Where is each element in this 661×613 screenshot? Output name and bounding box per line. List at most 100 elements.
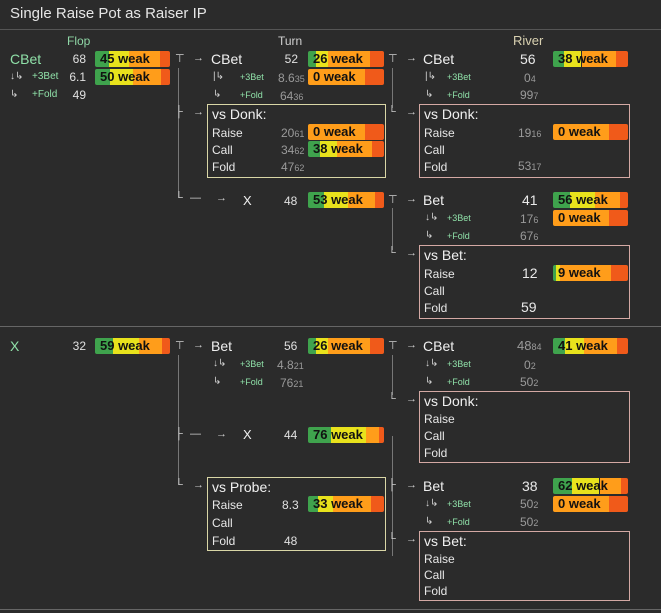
river-donk-fold-value: 5317 xyxy=(518,159,542,173)
bar-segment xyxy=(159,51,170,67)
river-b-bet-raise3-label: +3Bet xyxy=(447,499,471,509)
tree-line xyxy=(392,355,393,395)
arrow-right-icon: → xyxy=(216,192,227,204)
turn-donk-raise-bar[interactable]: 0 weak xyxy=(308,124,384,140)
river-cbet-label: CBet xyxy=(423,51,455,67)
turn-bet-raise3-prefix: ↓↳ xyxy=(213,358,227,369)
tree-line xyxy=(392,208,393,250)
flop-fold-prefix: ↳ xyxy=(10,89,19,100)
river-fold-label: +Fold xyxy=(447,90,470,100)
bar-segment xyxy=(371,496,384,512)
flop-raise3-label: +3Bet xyxy=(32,71,59,82)
river-b-bet-fold-value: 502 xyxy=(520,515,539,529)
flop-header: Flop xyxy=(67,34,91,48)
turn-cbet-bar[interactable]: 26 weak xyxy=(308,51,384,67)
river-bet-fold-prefix: ↳ xyxy=(425,230,434,241)
turn-header: Turn xyxy=(278,34,303,48)
turn-bet-fold-prefix: ↳ xyxy=(213,376,222,387)
bar-segment xyxy=(609,496,628,512)
river-b-bet-bar[interactable]: 62 weak xyxy=(553,478,628,494)
turn-fold-value: 6436 xyxy=(280,89,304,103)
river-b-donk-raise-label: Raise xyxy=(424,412,455,426)
turn-bet-value: 56 xyxy=(284,339,298,353)
turn-donk-fold-value: 4762 xyxy=(281,160,305,174)
bar-segment xyxy=(365,69,384,85)
river-b-vsbet-fold-label: Fold xyxy=(424,584,448,598)
turn-probe-fold-label: Fold xyxy=(212,534,236,548)
turn-vs-donk-title: vs Donk: xyxy=(212,106,267,122)
dash-icon: — xyxy=(190,192,201,204)
river-cbet-bar[interactable]: 38 weak xyxy=(553,51,628,67)
turn-raise3-bar[interactable]: 0 weak xyxy=(308,69,384,85)
turn-bet-fold-label: +Fold xyxy=(240,377,263,387)
river-vs-donk-title: vs Donk: xyxy=(424,106,479,122)
turn-b-check-label: X xyxy=(243,427,252,442)
river-fold-value: 997 xyxy=(520,88,539,102)
river-cbet-value: 56 xyxy=(520,51,536,67)
flop-cbet-bar[interactable]: 45 weak xyxy=(95,51,170,67)
flop-raise3-bar[interactable]: 50 weak xyxy=(95,69,170,85)
page-title: Single Raise Pot as Raiser IP xyxy=(10,5,207,22)
header-divider xyxy=(0,29,661,30)
turn-donk-raise-label: Raise xyxy=(212,126,243,140)
flop-check-bar[interactable]: 59 weak xyxy=(95,338,170,354)
flop-check-value: 32 xyxy=(72,339,86,353)
river-b-cbet-label: CBet xyxy=(423,338,455,354)
arrow-right-icon: → xyxy=(406,533,417,545)
river-donk-call-label: Call xyxy=(424,143,445,157)
bar-segment xyxy=(609,124,628,140)
bar-segment xyxy=(162,338,170,354)
turn-probe-raise-label: Raise xyxy=(212,498,243,512)
turn-raise3-label: +3Bet xyxy=(240,72,264,82)
turn-check-value: 48 xyxy=(284,194,298,208)
river-raise3-prefix: |↳ xyxy=(425,71,436,82)
tree-line xyxy=(178,355,179,485)
arrow-right-icon: → xyxy=(406,193,417,205)
dash-icon: — xyxy=(190,428,201,440)
river-vsbet-call-label: Call xyxy=(424,284,445,298)
river-bet-raise3-prefix: ↓↳ xyxy=(425,212,439,223)
turn-probe-raise-bar[interactable]: 33 weak xyxy=(308,496,384,512)
bar-segment xyxy=(365,124,384,140)
river-b-bet-raise3-bar[interactable]: 0 weak xyxy=(553,496,628,512)
turn-bet-fold-value: 7621 xyxy=(280,376,304,390)
branch-icon: ├ xyxy=(175,106,183,118)
river-bet-value: 41 xyxy=(522,192,538,208)
turn-cbet-value: 52 xyxy=(284,52,298,66)
river-bet-fold-value: 676 xyxy=(520,229,539,243)
river-fold-prefix: ↳ xyxy=(425,89,434,100)
bar-segment xyxy=(365,427,380,443)
river-bet-raise3-value: 176 xyxy=(520,212,539,226)
river-b-raise3-prefix: ↓↳ xyxy=(425,358,439,369)
river-donk-raise-value: 1916 xyxy=(518,126,542,140)
turn-bet-bar[interactable]: 26 weak xyxy=(308,338,384,354)
arrow-right-icon: → xyxy=(406,106,417,118)
turn-probe-call-label: Call xyxy=(212,516,233,530)
flop-fold-label: +Fold xyxy=(32,89,58,100)
river-donk-raise-bar[interactable]: 0 weak xyxy=(553,124,628,140)
river-bet-raise3-label: +3Bet xyxy=(447,213,471,223)
flop-cbet-value: 68 xyxy=(72,52,86,66)
river-vsbet-raise-bar[interactable]: 9 weak xyxy=(553,265,628,281)
river-b-cbet-bar[interactable]: 41 weak xyxy=(553,338,628,354)
river-b-bet-fold-prefix: ↳ xyxy=(425,516,434,527)
flop-check-label: X xyxy=(10,338,20,354)
tee-icon: ⊤ xyxy=(388,53,398,65)
bar-segment xyxy=(375,192,384,208)
bar-segment xyxy=(372,141,384,157)
river-b-vsbet-call-label: Call xyxy=(424,568,445,582)
river-b-raise3-label: +3Bet xyxy=(447,359,471,369)
river-bet-bar[interactable]: 56 weak xyxy=(553,192,628,208)
turn-bet-raise3-value: 4.821 xyxy=(277,358,304,372)
turn-bet-raise3-label: +3Bet xyxy=(240,359,264,369)
river-bet-raise3-bar[interactable]: 0 weak xyxy=(553,210,628,226)
flop-raise3-prefix: ↓↳ xyxy=(10,71,24,82)
river-vsbet-fold-value: 59 xyxy=(521,299,537,315)
turn-b-check-bar[interactable]: 76 weak xyxy=(308,427,384,443)
turn-donk-call-bar[interactable]: 38 weak xyxy=(308,141,384,157)
bar-segment xyxy=(620,478,628,494)
turn-check-bar[interactable]: 53 weak xyxy=(308,192,384,208)
arrow-right-icon: → xyxy=(406,52,417,64)
bar-segment xyxy=(609,210,628,226)
corner-icon: └ xyxy=(388,393,396,405)
